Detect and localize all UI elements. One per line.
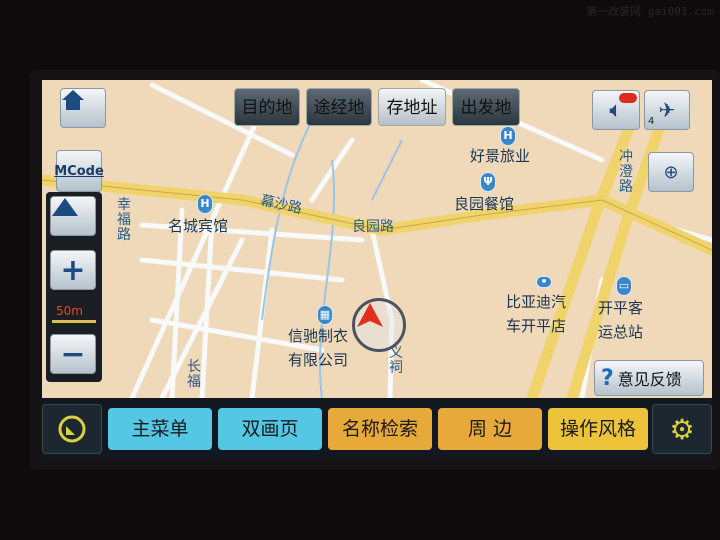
vehicle-position-marker — [352, 298, 406, 352]
zoom-panel: + 50m − — [46, 192, 102, 382]
north-arrow-icon — [52, 198, 78, 216]
poi-label[interactable]: 好景旅业 — [470, 148, 530, 165]
scale-bar — [52, 320, 96, 323]
plus-icon: + — [60, 252, 86, 288]
feedback-button[interactable]: ? 意见反馈 — [594, 360, 704, 396]
poi-label[interactable]: 名城宾馆 — [168, 218, 228, 235]
volume-button[interactable]: 🔈︎ — [592, 90, 640, 130]
road-label-yici: 义祠 — [389, 345, 403, 376]
poi-label[interactable]: 车开平店 — [506, 318, 566, 335]
poi-label[interactable]: 有限公司 — [288, 352, 348, 369]
operation-style-button[interactable]: 操作风格 — [548, 408, 648, 450]
mcode-button[interactable]: MCode — [54, 150, 104, 192]
poi-label[interactable]: 开平客 — [598, 300, 643, 317]
restaurant-icon[interactable]: Ψ — [480, 172, 496, 192]
home-icon — [62, 90, 84, 110]
scale-label: 50m — [56, 304, 83, 318]
road-label-changfu: 长福 — [187, 359, 201, 390]
road-label-liangyuan: 良园路 — [352, 219, 394, 235]
save-address-button[interactable]: 存地址 — [378, 88, 446, 126]
navigation-arrow-icon — [357, 303, 383, 327]
back-arrow-icon — [58, 415, 86, 443]
home-button[interactable] — [60, 88, 106, 128]
hotel-icon[interactable]: H — [500, 126, 516, 146]
zoom-in-button[interactable]: + — [50, 250, 96, 290]
destination-button[interactable]: 目的地 — [234, 88, 300, 126]
waypoint-button[interactable]: 途经地 — [306, 88, 372, 126]
poi-label[interactable]: 运总站 — [598, 324, 643, 341]
dual-screen-button[interactable]: 双画页 — [218, 408, 322, 450]
settings-button[interactable]: ⚙ — [652, 404, 712, 454]
factory-icon[interactable]: ▦ — [317, 305, 333, 325]
poi-label[interactable]: 良园餐馆 — [454, 196, 514, 213]
view-mode-button[interactable] — [50, 196, 96, 236]
hotel-icon[interactable]: H — [197, 194, 213, 214]
gps-status-button[interactable]: ✈︎ 4 — [644, 90, 690, 130]
nearby-button[interactable]: 周 边 — [438, 408, 542, 450]
watermark: 第一改装网 gai001.com — [586, 5, 714, 18]
camera-add-icon: ⊕ — [663, 161, 679, 183]
satellite-icon: ✈︎ — [658, 98, 676, 122]
start-point-button[interactable]: 出发地 — [452, 88, 520, 126]
nav-screen: 幸福路 幕沙路 良园路 冲澄路 长福 义祠 H 好景旅业 Ψ 良园餐馆 H 名城… — [42, 80, 712, 458]
map-view[interactable]: 幸福路 幕沙路 良园路 冲澄路 长福 义祠 H 好景旅业 Ψ 良园餐馆 H 名城… — [42, 80, 712, 398]
gear-icon: ⚙ — [669, 412, 695, 446]
road-label-xingfu: 幸福路 — [117, 197, 131, 243]
poi-label[interactable]: 信驰制衣 — [288, 328, 348, 345]
bottom-toolbar: 主菜单 双画页 名称检索 周 边 操作风格 ⚙ — [42, 398, 712, 458]
bus-station-icon[interactable]: ▭ — [616, 276, 632, 296]
back-button[interactable] — [42, 404, 102, 454]
minus-icon: − — [60, 336, 86, 372]
main-menu-button[interactable]: 主菜单 — [108, 408, 212, 450]
satellite-count: 4 — [648, 116, 655, 127]
message-badge-icon — [619, 93, 637, 103]
feedback-label: 意见反馈 — [617, 370, 682, 389]
help-icon: ? — [601, 365, 614, 391]
car-dealer-icon[interactable]: • — [536, 276, 552, 288]
poi-label[interactable]: 比亚迪汽 — [506, 294, 566, 311]
road-label-chongcheng: 冲澄路 — [619, 149, 633, 195]
zoom-out-button[interactable]: − — [50, 334, 96, 374]
camera-add-button[interactable]: ⊕ — [648, 152, 694, 192]
name-search-button[interactable]: 名称检索 — [328, 408, 432, 450]
